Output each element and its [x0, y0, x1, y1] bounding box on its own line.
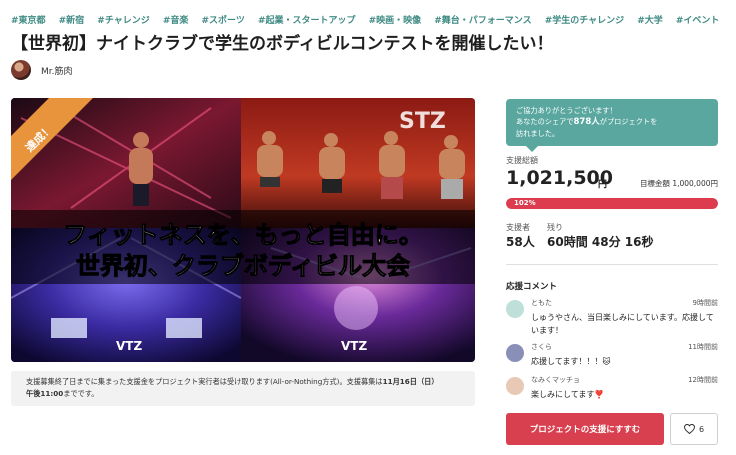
comment-time: 9時間前	[692, 299, 718, 307]
total-unit: 円	[598, 180, 608, 190]
heart-icon	[683, 424, 695, 434]
hero-logo-right: VTZ	[341, 339, 367, 353]
comments-title: 応援コメント	[506, 282, 558, 292]
svg-text:STZ: STZ	[399, 109, 446, 134]
bubble-arrow	[526, 146, 538, 152]
tag-link[interactable]: #起業・スタートアップ	[258, 13, 356, 24]
commenter-avatar[interactable]	[506, 377, 524, 395]
thanks-line-3: 訪れました。	[516, 129, 560, 138]
section-divider	[506, 264, 718, 265]
thanks-suffix: がプロジェクトを	[599, 117, 658, 126]
comment-item: ともた 9時間前 しゅうやさん、当日楽しみにしています。応援しています！	[506, 298, 718, 338]
notice-deadline-time: 午後11:00	[26, 389, 64, 398]
notice-text-end: までです。	[63, 389, 99, 398]
comment-item: さくら 11時間前 応援してます！！！🐱	[506, 342, 718, 372]
total-amount: 1,021,500	[506, 167, 613, 189]
tag-link[interactable]: #学生のチャレンジ	[545, 13, 624, 24]
project-hero-image[interactable]: STZ フィットネスを、もっと自由に。 世界初、クラブボディビル大会 VTZ V…	[11, 98, 475, 362]
hero-headline-1: フィットネスを、もっと自由に。	[63, 220, 423, 249]
commenter-avatar[interactable]	[506, 344, 524, 362]
like-button[interactable]: 6	[670, 413, 718, 445]
funding-notice: 支援募集終了日までに集まった支援金をプロジェクト実行者は受け取ります(All-o…	[11, 371, 475, 406]
comment-text: 応援してます！！！🐱	[531, 357, 611, 366]
share-thanks-bubble: ご協力ありがとうございます！ あなたのシェアで878人がプロジェクトを 訪れまし…	[506, 99, 718, 152]
support-project-button[interactable]: プロジェクトの支援にすすむ	[506, 413, 664, 445]
comment-item: なみくマッチョ 12時間前 楽しみにしてます❣️	[506, 375, 718, 405]
commenter-avatar[interactable]	[506, 300, 524, 318]
hero-logo-left: VTZ	[116, 339, 142, 353]
goal-label: 目標金額	[639, 179, 670, 188]
commenter-name[interactable]: ともた	[531, 298, 552, 308]
tag-link[interactable]: #スポーツ	[201, 13, 244, 24]
commenter-name[interactable]: なみくマッチョ	[531, 375, 580, 385]
project-title: 【世界初】ナイトクラブで学生のボディビルコンテストを開催したい！	[11, 34, 554, 54]
progress-bar: 102%	[506, 198, 718, 209]
thanks-line-1: ご協力ありがとうございます！	[516, 106, 617, 115]
progress-bar-fill	[506, 198, 718, 209]
tag-link[interactable]: #イベント	[676, 13, 720, 24]
tag-link[interactable]: #音楽	[163, 13, 189, 24]
remaining-time: 60時間 48分 16秒	[547, 235, 654, 249]
tag-link[interactable]: #舞台・パフォーマンス	[434, 13, 531, 24]
comment-time: 12時間前	[688, 376, 718, 384]
supporters-count: 58人	[506, 235, 535, 249]
comment-time: 11時間前	[688, 343, 718, 351]
goal-amount: 目標金額 1,000,000円	[640, 178, 718, 189]
progress-percent: 102%	[514, 199, 536, 207]
tag-link[interactable]: #チャレンジ	[97, 13, 149, 24]
owner-name[interactable]: Mr.筋肉	[41, 64, 73, 77]
tag-link[interactable]: #大学	[637, 13, 663, 24]
remaining-label: 残り	[547, 223, 563, 232]
tag-link[interactable]: #新宿	[59, 13, 85, 24]
notice-text: 支援募集終了日までに集まった支援金をプロジェクト実行者は受け取ります(All-o…	[26, 377, 383, 386]
goal-value: 1,000,000円	[672, 179, 718, 188]
owner-avatar[interactable]	[11, 60, 31, 80]
notice-deadline-date: 11月16日（日）	[382, 377, 439, 386]
comment-text: しゅうやさん、当日楽しみにしています。応援しています！	[531, 313, 714, 335]
tag-list: #東京都 #新宿 #チャレンジ #音楽 #スポーツ #起業・スタートアップ #映…	[11, 8, 731, 24]
thanks-prefix: あなたのシェアで	[516, 117, 574, 126]
supporters-label: 支援者	[506, 223, 530, 232]
total-label: 支援総額	[506, 156, 538, 165]
comment-text: 楽しみにしてます❣️	[531, 390, 605, 399]
hero-headline-2: 世界初、クラブボディビル大会	[76, 251, 410, 280]
tag-link[interactable]: #映画・映像	[369, 13, 422, 24]
project-owner[interactable]: Mr.筋肉	[11, 60, 73, 80]
commenter-name[interactable]: さくら	[531, 342, 552, 352]
share-visitor-count: 878人	[573, 117, 600, 127]
like-count: 6	[698, 424, 705, 434]
thanks-line-2: あなたのシェアで878人がプロジェクトを	[516, 116, 708, 128]
tag-link[interactable]: #東京都	[11, 13, 46, 24]
